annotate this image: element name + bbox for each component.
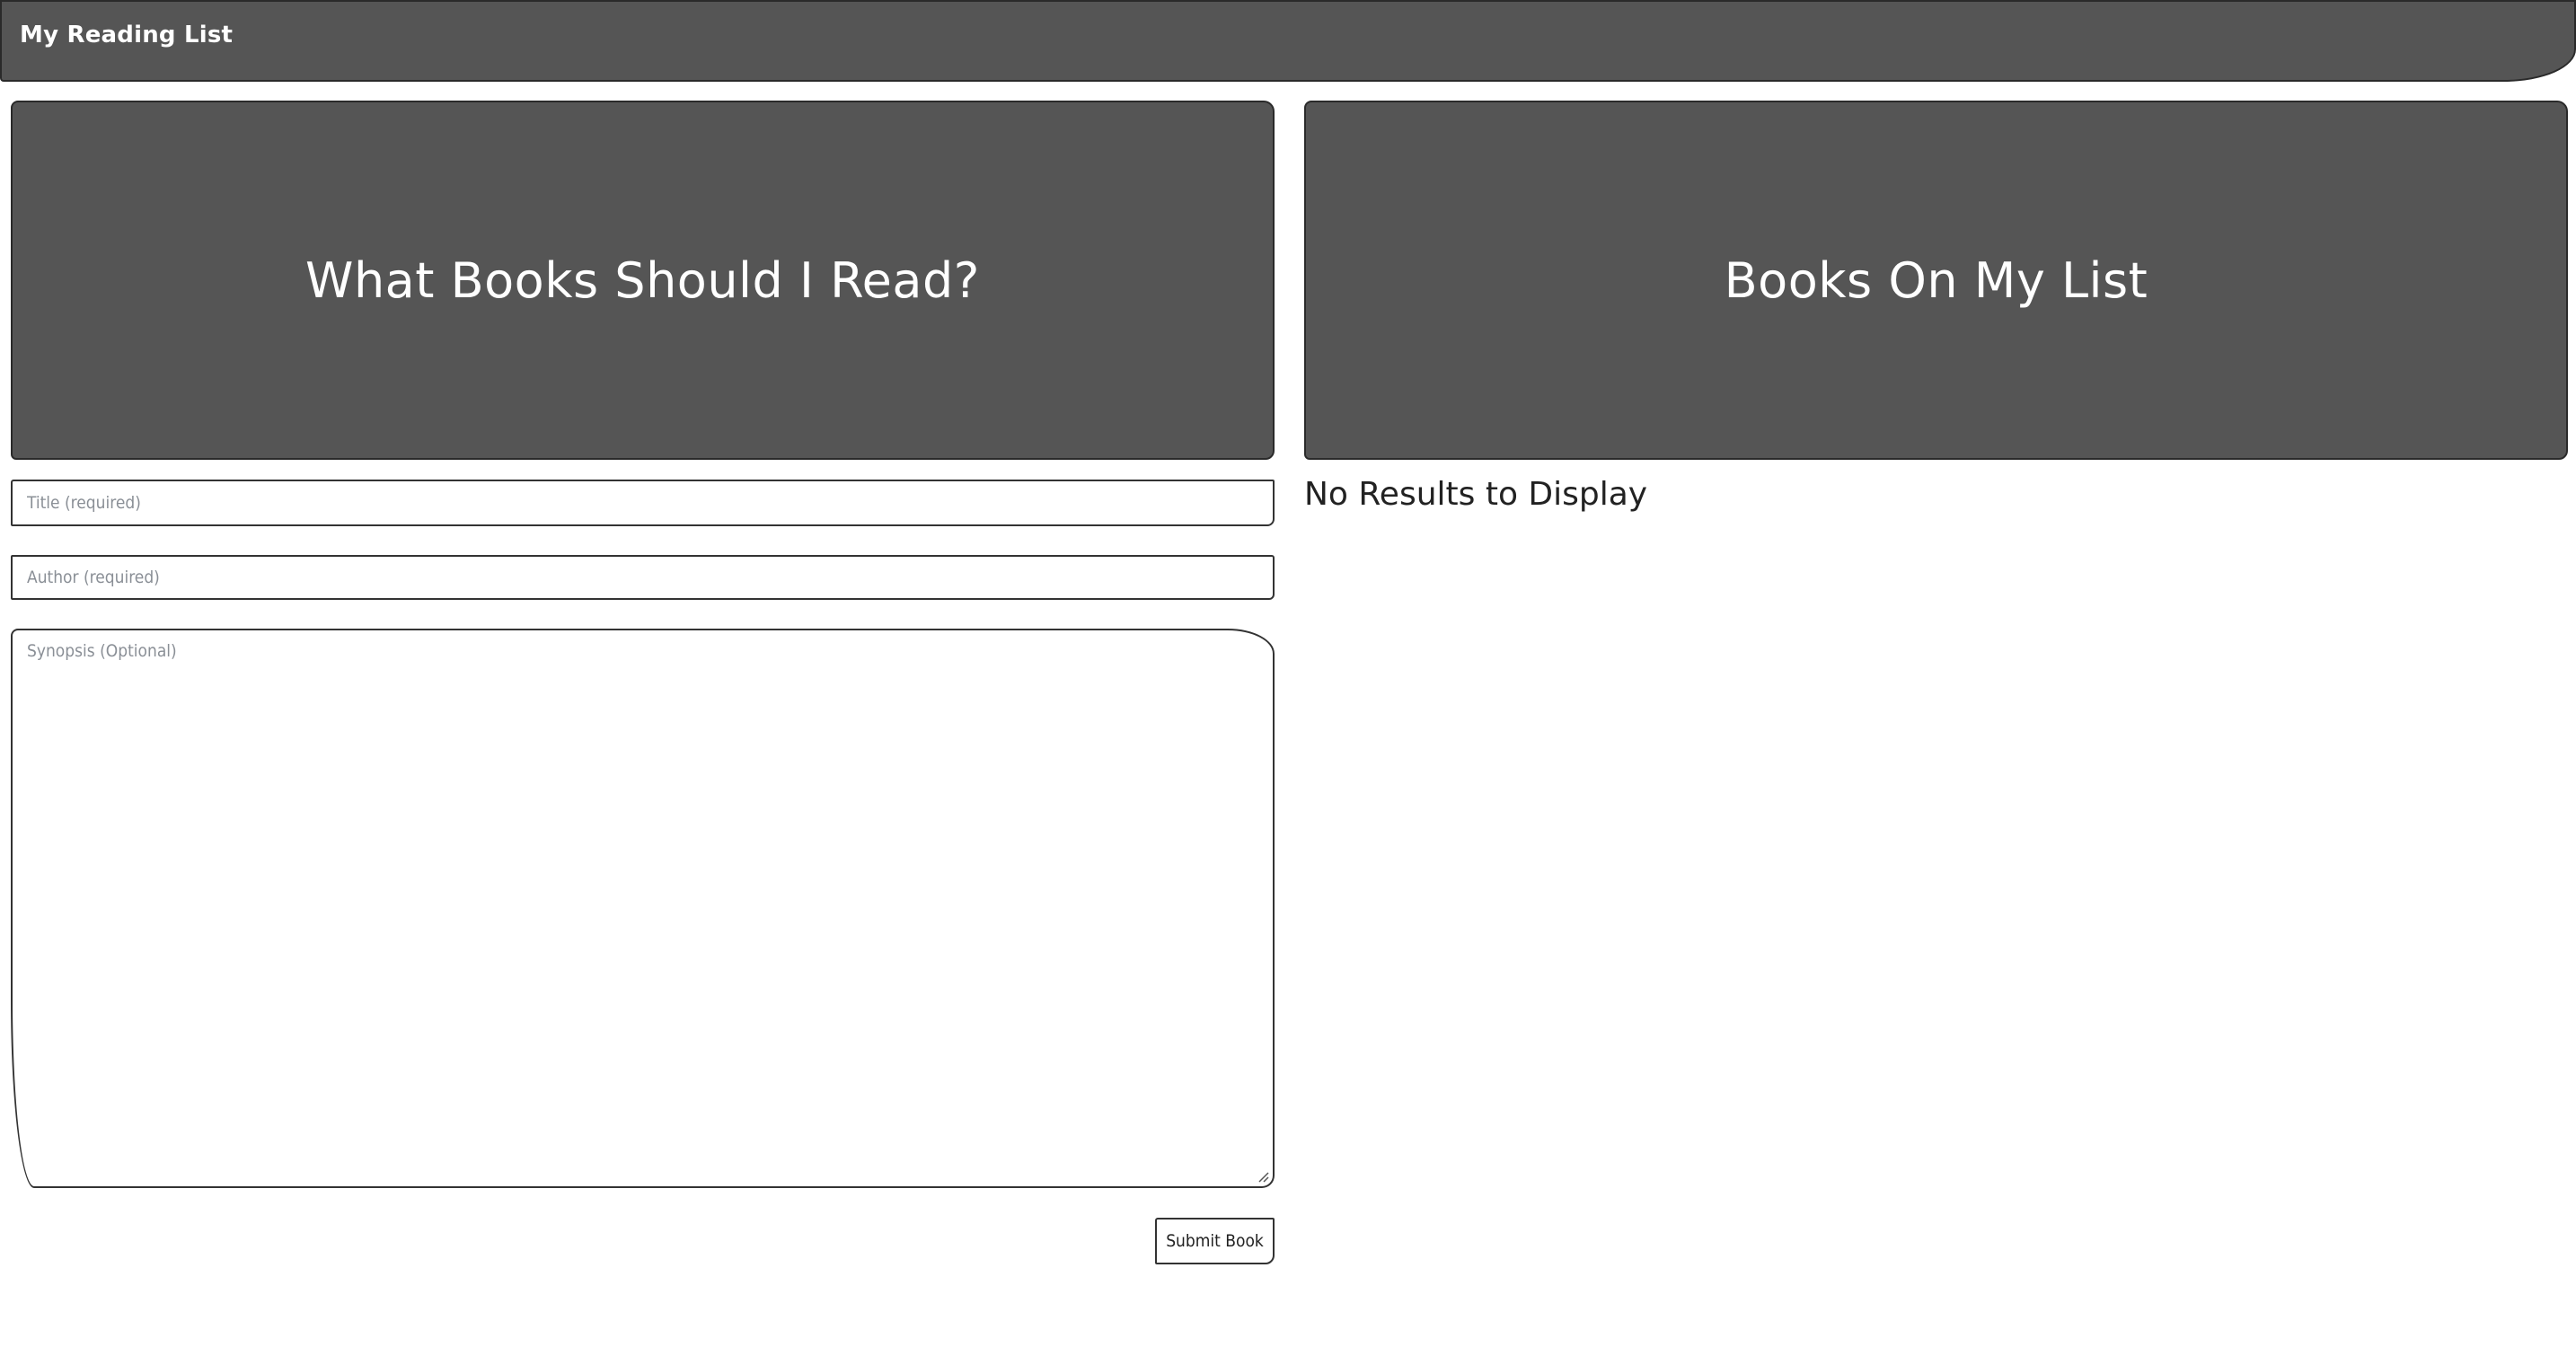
search-heading: What Books Should I Read? bbox=[305, 251, 980, 309]
search-jumbotron: What Books Should I Read? bbox=[11, 101, 1275, 460]
submit-book-button[interactable]: Submit Book bbox=[1155, 1218, 1275, 1264]
brand-link[interactable]: My Reading List bbox=[20, 22, 233, 48]
title-input[interactable] bbox=[11, 480, 1275, 526]
synopsis-textarea[interactable] bbox=[11, 629, 1275, 1188]
resize-handle-icon[interactable] bbox=[1257, 1170, 1269, 1183]
navbar: My Reading List bbox=[0, 0, 2576, 82]
list-heading: Books On My List bbox=[1724, 251, 2148, 309]
list-jumbotron: Books On My List bbox=[1304, 101, 2568, 460]
no-results-message: No Results to Display bbox=[1304, 476, 1648, 513]
author-input[interactable] bbox=[11, 555, 1275, 600]
